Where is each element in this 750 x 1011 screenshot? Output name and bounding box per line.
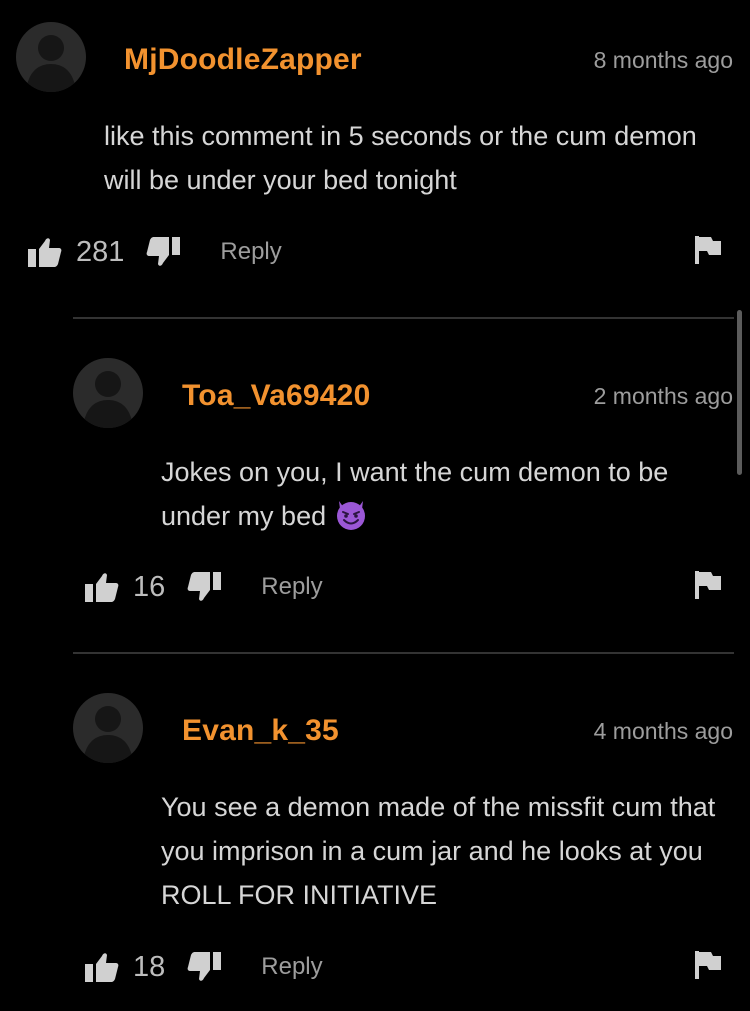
comment-actions: 18 Reply: [85, 947, 323, 987]
smiling-devil-emoji: [334, 497, 368, 544]
like-count: 16: [133, 570, 166, 603]
divider: [73, 652, 734, 654]
comment-text: You see a demon made of the missfit cum …: [161, 792, 716, 910]
comment-text-content: Jokes on you, I want the cum demon to be…: [161, 457, 669, 531]
username[interactable]: Toa_Va69420: [182, 379, 370, 413]
avatar[interactable]: [73, 693, 143, 763]
flag-icon[interactable]: [695, 236, 721, 264]
comment: MjDoodleZapper 8 months ago like this co…: [0, 0, 750, 300]
timestamp: 2 months ago: [593, 383, 733, 409]
comment-reply: Toa_Va69420 2 months ago Jokes on you, I…: [0, 336, 750, 636]
timestamp: 8 months ago: [593, 47, 733, 73]
like-count: 18: [133, 950, 166, 983]
comment-text: Jokes on you, I want the cum demon to be…: [161, 450, 736, 544]
flag-icon[interactable]: [695, 951, 721, 979]
username[interactable]: Evan_k_35: [182, 714, 339, 748]
thumbs-down-icon[interactable]: [187, 952, 222, 982]
reply-button[interactable]: Reply: [261, 953, 322, 981]
comment-actions: 16 Reply: [85, 567, 323, 607]
thumbs-up-icon[interactable]: [85, 572, 119, 602]
avatar[interactable]: [73, 358, 143, 428]
avatar-placeholder-icon: [83, 371, 133, 428]
avatar-placeholder-icon: [26, 35, 76, 92]
scrollbar[interactable]: [737, 310, 742, 475]
thumbs-up-icon[interactable]: [28, 237, 62, 267]
avatar-placeholder-icon: [83, 706, 133, 763]
timestamp: 4 months ago: [593, 718, 733, 744]
reply-button[interactable]: Reply: [220, 238, 281, 266]
like-count: 281: [76, 235, 125, 268]
flag-icon[interactable]: [695, 571, 721, 599]
comment-reply: Evan_k_35 4 months ago You see a demon m…: [0, 671, 750, 1011]
divider: [73, 317, 734, 319]
thumbs-down-icon[interactable]: [187, 572, 222, 602]
comment-actions: 281 Reply: [28, 232, 282, 272]
comment-text: like this comment in 5 seconds or the cu…: [104, 121, 697, 195]
thumbs-up-icon[interactable]: [85, 952, 119, 982]
username[interactable]: MjDoodleZapper: [124, 43, 362, 77]
avatar[interactable]: [16, 22, 86, 92]
reply-button[interactable]: Reply: [261, 573, 322, 601]
thumbs-down-icon[interactable]: [146, 237, 181, 267]
